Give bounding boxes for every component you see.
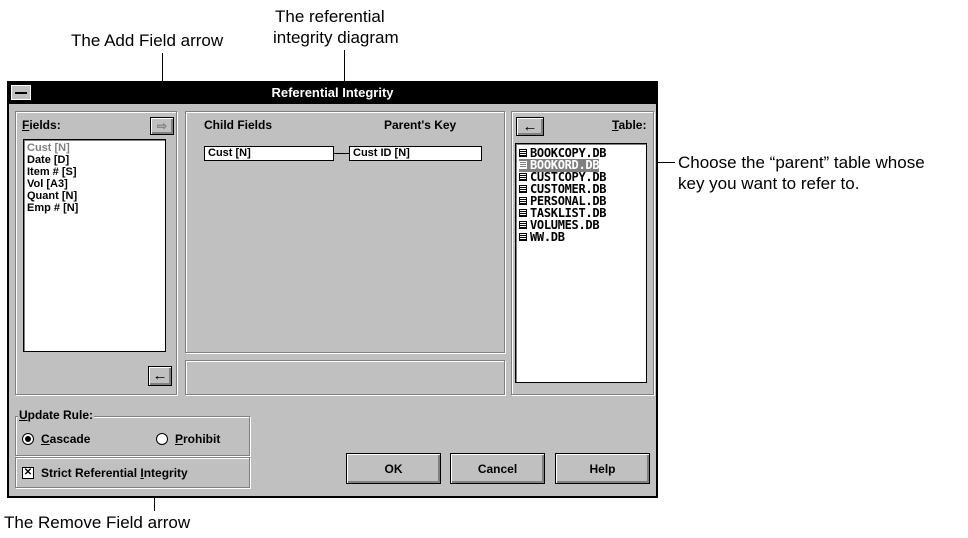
prohibit-label: Prohibit <box>175 432 221 446</box>
ok-button[interactable]: OK <box>346 453 441 484</box>
database-table-icon <box>519 185 527 193</box>
child-field-box: Cust [N] <box>204 146 334 161</box>
database-table-icon <box>519 149 527 157</box>
database-table-icon <box>519 197 527 205</box>
parent-table-callout-line2: key you want to refer to. <box>678 174 860 193</box>
parent-key-box: Cust ID [N] <box>349 146 482 161</box>
referential-integrity-dialog: Referential Integrity Fields: ⇨ Cust [N]… <box>7 81 658 498</box>
back-arrow-icon: ← <box>522 117 538 135</box>
database-table-icon <box>519 233 527 241</box>
table-name: WW.DB <box>530 230 565 244</box>
parents-key-header: Parent's Key <box>384 118 457 132</box>
cascade-label: Cascade <box>41 432 91 446</box>
update-rule-label: Update Rule: <box>18 408 95 422</box>
database-table-icon <box>519 173 527 181</box>
add-field-button[interactable]: ⇨ <box>150 117 174 135</box>
help-button[interactable]: Help <box>555 453 650 484</box>
diagram-connector-line <box>334 153 349 154</box>
child-fields-header: Child Fields <box>204 118 273 132</box>
table-panel: ← Table: BOOKCOPY.DB BOOKORD.DB CUSTCOPY.D… <box>511 111 654 395</box>
radio-selected-icon <box>22 433 34 445</box>
checkbox-checked-icon: ✕ <box>22 467 34 479</box>
table-list[interactable]: BOOKCOPY.DB BOOKORD.DB CUSTCOPY.DB CUSTOMER… <box>515 143 647 383</box>
fields-list-item[interactable]: Cust [N] <box>27 142 70 154</box>
status-panel <box>185 360 505 395</box>
fields-list-item[interactable]: Date [D] <box>27 154 69 166</box>
remove-field-arrow-icon: ← <box>152 367 168 384</box>
fields-label: Fields: <box>22 118 61 132</box>
prohibit-radio[interactable]: Prohibit <box>156 432 220 446</box>
fields-list-item[interactable]: Emp # [N] <box>27 202 78 214</box>
radio-unselected-icon <box>156 433 168 445</box>
table-label: Table: <box>612 118 647 132</box>
database-table-icon <box>519 161 527 169</box>
remove-field-button[interactable]: ← <box>148 366 172 386</box>
dialog-title: Referential Integrity <box>271 85 394 100</box>
fields-panel: Fields: ⇨ Cust [N] Date [D] Item # [S] Vol … <box>15 111 177 395</box>
update-rule-group: Update Rule: Cascade Prohibit <box>15 408 250 456</box>
cancel-button[interactable]: Cancel <box>450 453 545 484</box>
strict-integrity-checkbox[interactable]: ✕ Strict Referential Integrity <box>22 466 188 480</box>
referential-callout-line2: integrity diagram <box>273 28 399 47</box>
fields-list[interactable]: Cust [N] Date [D] Item # [S] Vol [A3] Quant … <box>23 139 166 352</box>
cascade-radio[interactable]: Cascade <box>22 432 90 446</box>
table-back-button[interactable]: ← <box>516 117 544 136</box>
database-table-icon <box>519 221 527 229</box>
add-field-callout: The Add Field arrow <box>71 31 224 50</box>
referential-diagram-panel: Child Fields Parent's Key Cust [N] Cust … <box>185 111 505 353</box>
fields-list-item[interactable]: Quant [N] <box>27 190 77 202</box>
title-bar: Referential Integrity <box>9 83 656 104</box>
strict-integrity-label: Strict Referential Integrity <box>41 466 188 480</box>
table-list-item[interactable]: WW.DB <box>519 231 565 244</box>
remove-field-callout: The Remove Field arrow <box>4 513 191 532</box>
referential-callout-line1: The referential <box>275 7 385 26</box>
fields-list-item[interactable]: Vol [A3] <box>27 178 68 190</box>
fields-list-item[interactable]: Item # [S] <box>27 166 77 178</box>
add-field-arrow-icon: ⇨ <box>156 119 168 133</box>
strict-integrity-group: ✕ Strict Referential Integrity <box>15 457 250 488</box>
database-table-icon <box>519 209 527 217</box>
parent-table-callout-line1: Choose the “parent” table whose <box>678 153 925 172</box>
